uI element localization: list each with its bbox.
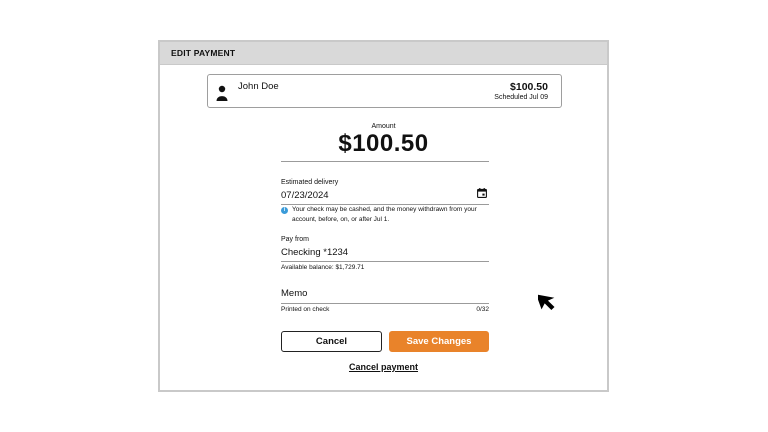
mouse-pointer-icon: [538, 294, 555, 311]
payee-card[interactable]: John Doe $100.50 Scheduled Jul 09: [207, 74, 562, 108]
payee-amount: $100.50: [510, 81, 548, 93]
delivery-label: Estimated delivery: [281, 179, 339, 186]
amount-input[interactable]: $100.50: [160, 130, 607, 158]
amount-underline: [281, 161, 489, 162]
cancel-button[interactable]: Cancel: [281, 331, 382, 352]
memo-helper-text: Printed on check: [281, 306, 330, 313]
pay-from-underline: [281, 261, 489, 262]
available-balance: Available balance: $1,729.71: [281, 264, 365, 271]
memo-counter: 0/32: [476, 306, 489, 313]
payee-name: John Doe: [238, 81, 279, 92]
delivery-date-field[interactable]: 07/23/2024: [281, 190, 329, 201]
save-changes-button[interactable]: Save Changes: [389, 331, 489, 352]
scheduled-date: Scheduled Jul 09: [494, 94, 548, 101]
pay-from-label: Pay from: [281, 236, 310, 243]
delivery-info-text: Your check may be cashed, and the money …: [292, 206, 477, 223]
person-icon: [216, 85, 228, 101]
memo-underline: [281, 303, 489, 304]
dialog-title: EDIT PAYMENT: [160, 42, 607, 65]
memo-input[interactable]: Memo: [281, 288, 307, 299]
cancel-payment-link[interactable]: Cancel payment: [160, 362, 607, 372]
edit-payment-dialog: EDIT PAYMENT John Doe $100.50 Scheduled …: [158, 40, 609, 392]
info-icon: i: [281, 207, 288, 214]
amount-label: Amount: [371, 123, 396, 130]
pay-from-select[interactable]: Checking *1234: [281, 247, 348, 258]
calendar-icon[interactable]: [477, 188, 487, 198]
